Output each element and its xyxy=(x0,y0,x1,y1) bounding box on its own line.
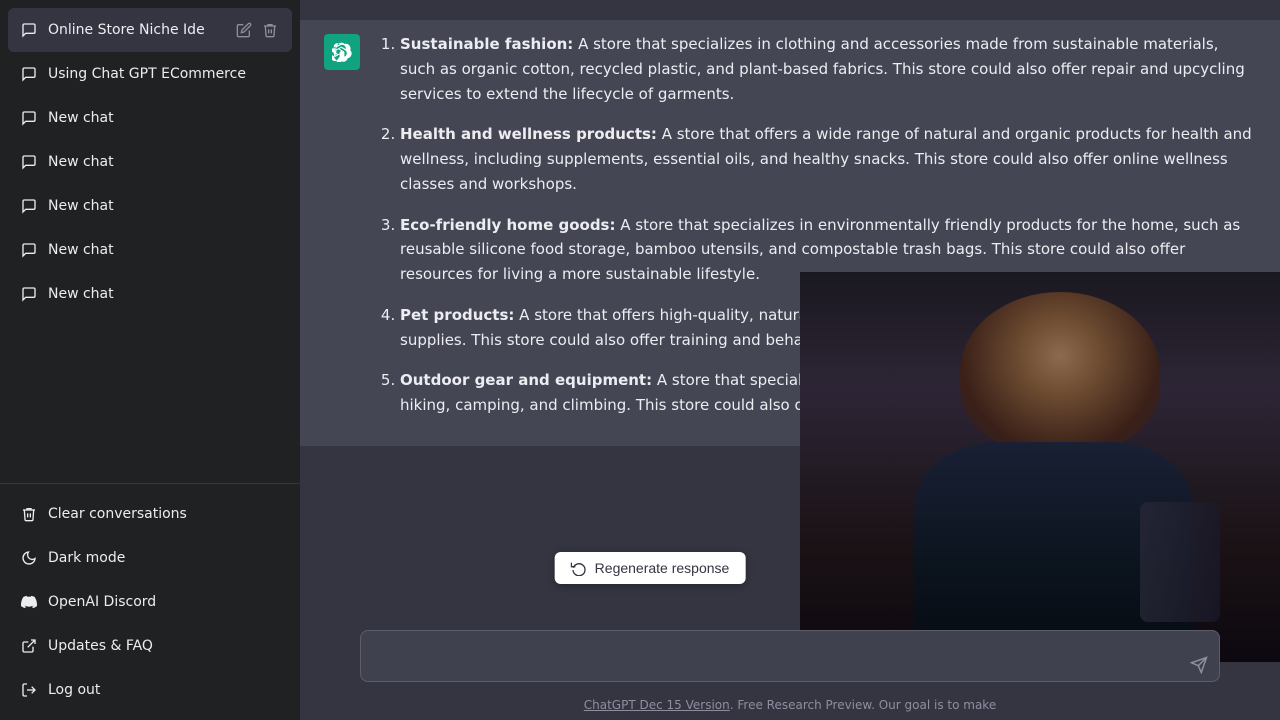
sidebar-item-discord[interactable]: OpenAI Discord xyxy=(8,580,292,624)
send-button[interactable] xyxy=(1190,656,1208,674)
clear-conversations-label: Clear conversations xyxy=(48,506,280,522)
chat-input[interactable] xyxy=(360,630,1220,682)
updates-faq-label: Updates & FAQ xyxy=(48,638,280,654)
regenerate-button[interactable]: Regenerate response xyxy=(555,552,746,584)
logout-icon xyxy=(20,681,38,699)
moon-icon xyxy=(20,549,38,567)
footer: ChatGPT Dec 15 Version. Free Research Pr… xyxy=(300,694,1280,720)
sidebar-item-new-chat-3-label: New chat xyxy=(48,198,280,214)
logout-label: Log out xyxy=(48,682,280,698)
sidebar-bottom: Clear conversations Dark mode OpenAI Dis… xyxy=(0,483,300,720)
main-content: Sustainable fashion: A store that specia… xyxy=(300,0,1280,720)
message-row-assistant: Sustainable fashion: A store that specia… xyxy=(300,20,1280,446)
sidebar-item-new-chat-1[interactable]: New chat xyxy=(8,96,292,140)
input-wrapper xyxy=(360,630,1220,686)
dark-mode-label: Dark mode xyxy=(48,550,280,566)
regenerate-label: Regenerate response xyxy=(595,560,730,576)
sidebar-item-new-chat-5[interactable]: New chat xyxy=(8,272,292,316)
list-item: Sustainable fashion: A store that specia… xyxy=(400,32,1256,106)
chat-icon xyxy=(20,65,38,83)
sidebar-item-online-store-label: Online Store Niche Ide xyxy=(48,22,224,38)
sidebar-item-dark-mode[interactable]: Dark mode xyxy=(8,536,292,580)
external-link-icon xyxy=(20,637,38,655)
sidebar-item-online-store[interactable]: Online Store Niche Ide xyxy=(8,8,292,52)
sidebar-item-using-chat-gpt[interactable]: Using Chat GPT ECommerce xyxy=(8,52,292,96)
chat-icon xyxy=(20,197,38,215)
list-item: Outdoor gear and equipment: A store that… xyxy=(400,368,1256,418)
sidebar-item-new-chat-4[interactable]: New chat xyxy=(8,228,292,272)
delete-chat-button[interactable] xyxy=(260,20,280,40)
sidebar-item-logout[interactable]: Log out xyxy=(8,668,292,712)
chat-icon xyxy=(20,285,38,303)
avatar xyxy=(324,34,360,70)
sidebar-item-new-chat-2-label: New chat xyxy=(48,154,280,170)
input-area xyxy=(300,618,1280,694)
sidebar-item-new-chat-4-label: New chat xyxy=(48,242,280,258)
chat-icon xyxy=(20,109,38,127)
sidebar-item-new-chat-1-label: New chat xyxy=(48,110,280,126)
sidebar: Online Store Niche Ide Using Chat GPT EC… xyxy=(0,0,300,720)
chat-icon xyxy=(20,153,38,171)
message-body: Sustainable fashion: A store that specia… xyxy=(376,32,1256,434)
list-item: Eco-friendly home goods: A store that sp… xyxy=(400,213,1256,287)
chat-icon xyxy=(20,241,38,259)
sidebar-item-new-chat-5-label: New chat xyxy=(48,286,280,302)
discord-icon xyxy=(20,593,38,611)
response-list: Sustainable fashion: A store that specia… xyxy=(376,32,1256,418)
list-item: Pet products: A store that offers high-q… xyxy=(400,303,1256,353)
sidebar-item-new-chat-3[interactable]: New chat xyxy=(8,184,292,228)
trash-icon xyxy=(20,505,38,523)
footer-text: . Free Research Preview. Our goal is to … xyxy=(730,698,996,712)
chat-icon xyxy=(20,21,38,39)
sidebar-item-clear-conversations[interactable]: Clear conversations xyxy=(8,492,292,536)
sidebar-item-using-chat-gpt-label: Using Chat GPT ECommerce xyxy=(48,66,280,82)
edit-chat-button[interactable] xyxy=(234,20,254,40)
list-item: Health and wellness products: A store th… xyxy=(400,122,1256,196)
discord-label: OpenAI Discord xyxy=(48,594,280,610)
footer-link[interactable]: ChatGPT Dec 15 Version xyxy=(584,698,730,712)
chat-messages: Sustainable fashion: A store that specia… xyxy=(300,0,1280,618)
sidebar-item-new-chat-2[interactable]: New chat xyxy=(8,140,292,184)
sidebar-top: Online Store Niche Ide Using Chat GPT EC… xyxy=(0,0,300,483)
sidebar-item-actions xyxy=(234,20,280,40)
sidebar-item-updates-faq[interactable]: Updates & FAQ xyxy=(8,624,292,668)
